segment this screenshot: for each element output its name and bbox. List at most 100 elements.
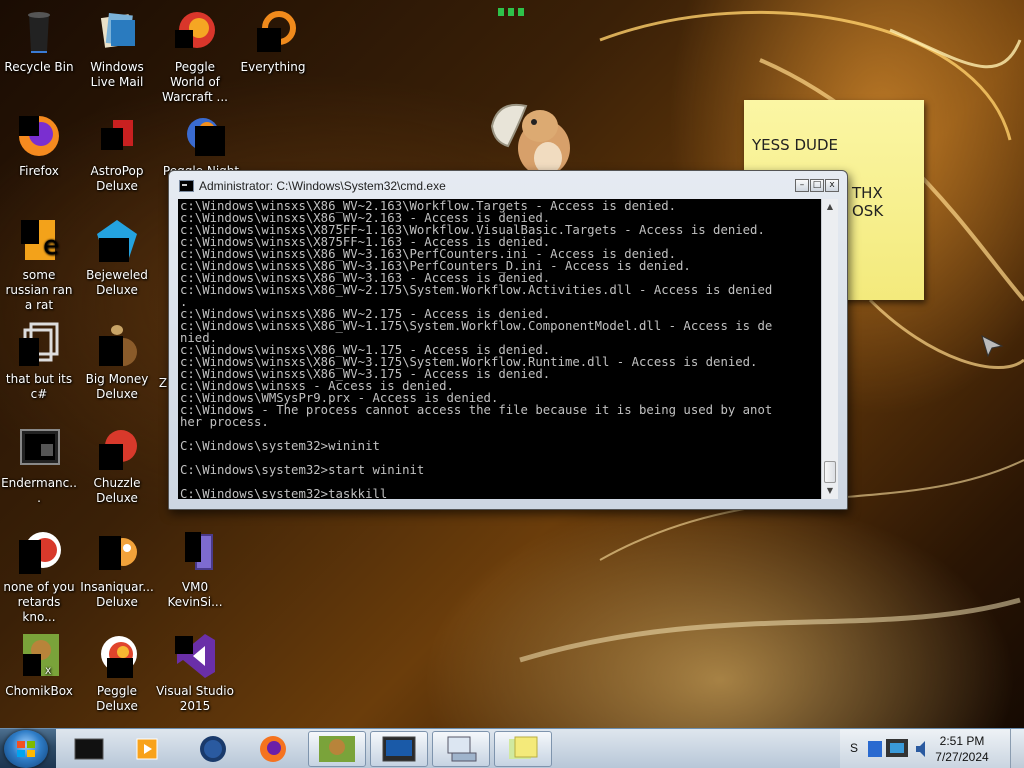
taskbar: S 2:51 PM 7/27/2024 (0, 728, 1024, 768)
taskbar-button-media-player[interactable] (118, 731, 176, 767)
everything-search-icon (249, 8, 297, 56)
taskbar-button-globe[interactable] (184, 731, 242, 767)
desktop-icon-chomikbox[interactable]: X ChomikBox (0, 632, 78, 699)
desktop-icon-windows-live-mail[interactable]: Windows Live Mail (78, 8, 156, 90)
console-line: C:\Windows\system32>start wininit (180, 463, 425, 477)
peggle-nights-icon (177, 112, 225, 160)
cmd-window[interactable]: Administrator: C:\Windows\System32\cmd.e… (168, 170, 848, 510)
taskbar-button-cmd[interactable] (60, 731, 118, 767)
clock[interactable]: 2:51 PM 7/27/2024 (928, 733, 996, 765)
chomikbox-icon: X (15, 632, 63, 680)
desktop-icon-label: that but its c# (5, 372, 73, 401)
show-desktop-button[interactable] (1010, 729, 1024, 768)
scroll-up-icon[interactable]: ▲ (822, 199, 838, 215)
astropop-icon (93, 112, 141, 160)
firefox-icon (15, 112, 63, 160)
sticky-note-line-1: YESS DUDE (752, 136, 839, 154)
desktop-icon-firefox[interactable]: Firefox (0, 112, 78, 179)
media-player-icon (136, 738, 158, 760)
desktop-icon-none-of-you[interactable]: none of you retards kno... (0, 528, 78, 625)
peggle-wow-icon (171, 8, 219, 56)
window-controls: – □ x (795, 179, 839, 192)
desktop-icon-peggle-wow[interactable]: Peggle World of Warcraft ... (156, 8, 234, 105)
tray-partial-text: S (850, 741, 859, 755)
computer-icon (447, 736, 477, 762)
desktop-icon-label: ChomikBox (5, 684, 73, 698)
console-line: C:\Windows\system32>wininit (180, 439, 380, 453)
mouse-cursor-icon (981, 335, 1004, 358)
big-money-icon (93, 320, 141, 368)
desktop-icon-peggle-nights[interactable]: Peggle Night (156, 112, 246, 179)
cmd-titlebar[interactable]: Administrator: C:\Windows\System32\cmd.e… (169, 171, 847, 199)
globe-icon (200, 736, 226, 762)
scroll-down-icon[interactable]: ▼ (822, 483, 838, 499)
desktop-icon-recycle-bin[interactable]: Recycle Bin (0, 8, 78, 75)
desktop-icon-label: Chuzzle Deluxe (93, 476, 141, 505)
vm-icon (171, 528, 219, 576)
desktop-icon-label: Peggle World of Warcraft ... (162, 60, 228, 104)
desktop-icon-label: Windows Live Mail (90, 60, 144, 89)
recycle-bin-icon (15, 8, 63, 56)
desktop-icon-label: VM0 KevinSi... (167, 580, 223, 609)
taskbar-button-computer[interactable] (432, 731, 490, 767)
desktop-icon-chuzzle[interactable]: Chuzzle Deluxe (78, 424, 156, 506)
desktop-icon-everything[interactable]: Everything (234, 8, 312, 75)
clock-date: 7/27/2024 (935, 750, 989, 764)
taskbar-button-sticky-notes[interactable] (494, 731, 552, 767)
start-button[interactable] (4, 730, 48, 768)
sticky-notes-icon (509, 736, 538, 759)
windows-live-mail-icon (93, 8, 141, 56)
desktop-icon-bejeweled[interactable]: Bejeweled Deluxe (78, 216, 156, 298)
visual-studio-icon (171, 632, 219, 680)
insaniquarium-icon (93, 528, 141, 576)
close-button[interactable]: x (825, 179, 839, 192)
cmd-window-title: Administrator: C:\Windows\System32\cmd.e… (199, 179, 446, 193)
shortcut-window-icon (15, 320, 63, 368)
network-icon[interactable] (866, 737, 910, 761)
desktop-icon-label: Big Money Deluxe (85, 372, 149, 401)
console-line: c:\Windows\winsxs\X86_WV~2.175\System.Wo… (180, 283, 773, 297)
shortcut-e-icon: e (15, 216, 63, 264)
desktop-icon-big-money[interactable]: Big Money Deluxe (78, 320, 156, 402)
chuzzle-icon (93, 424, 141, 472)
desktop-icon-astropop[interactable]: AstroPop Deluxe (78, 112, 156, 194)
svg-text:e: e (43, 231, 59, 261)
desktop-icon-that-but-csharp[interactable]: that but its c# (0, 320, 78, 402)
taskbar-button-cmd-window[interactable] (370, 731, 428, 767)
console-line: c:\Windows\winsxs\X86_WV~1.175\System.Wo… (180, 319, 773, 333)
desktop-icon-label: none of you retards kno... (3, 580, 75, 624)
clock-time: 2:51 PM (939, 734, 985, 748)
console-line: her process. (180, 415, 269, 429)
chomikbox-icon (319, 736, 355, 762)
windows-orb-icon (17, 741, 35, 757)
desktop-icon-insaniquarium[interactable]: Insaniquar... Deluxe (78, 528, 156, 610)
bejeweled-icon (93, 216, 141, 264)
desktop-icon-endermanch[interactable]: Endermanc... (0, 424, 78, 506)
console-scrollbar[interactable]: ▲ ▼ (821, 199, 838, 499)
gadget-indicator-icon (498, 8, 524, 16)
cmd-icon (74, 738, 104, 760)
enderman-icon (15, 424, 63, 472)
desktop-icon-vm0[interactable]: VM0 KevinSi... (156, 528, 234, 610)
taskbar-band (56, 729, 840, 768)
console-line: C:\Windows\system32>taskkill (180, 487, 388, 499)
desktop-icon-russian-rat[interactable]: e some russian ran a rat (0, 216, 78, 313)
maximize-button[interactable]: □ (810, 179, 824, 192)
taskbar-button-firefox[interactable] (244, 731, 302, 767)
desktop-icon-label: Bejeweled Deluxe (86, 268, 148, 297)
desktop-icon-visual-studio[interactable]: Visual Studio 2015 (156, 632, 234, 714)
console-line: c:\Windows - The process cannot access t… (180, 403, 773, 417)
desktop-icon-label: Visual Studio 2015 (156, 684, 234, 713)
console-output[interactable]: c:\Windows\winsxs\X86_WV~2.163\Workflow.… (178, 199, 821, 499)
desktop-icon-label: AstroPop Deluxe (90, 164, 144, 193)
taskbar-button-chomikbox[interactable] (308, 731, 366, 767)
desktop-icon-label: Firefox (19, 164, 59, 178)
cmd-window-icon (382, 736, 416, 762)
scrollbar-thumb[interactable] (824, 461, 836, 483)
cmd-icon (179, 180, 194, 192)
minimize-button[interactable]: – (795, 179, 809, 192)
desktop-icon-peggle-deluxe[interactable]: Peggle Deluxe (78, 632, 156, 714)
desktop-icon-label: some russian ran a rat (5, 268, 73, 312)
desktop-icon-label: Recycle Bin (4, 60, 74, 74)
firefox-icon (260, 736, 286, 762)
